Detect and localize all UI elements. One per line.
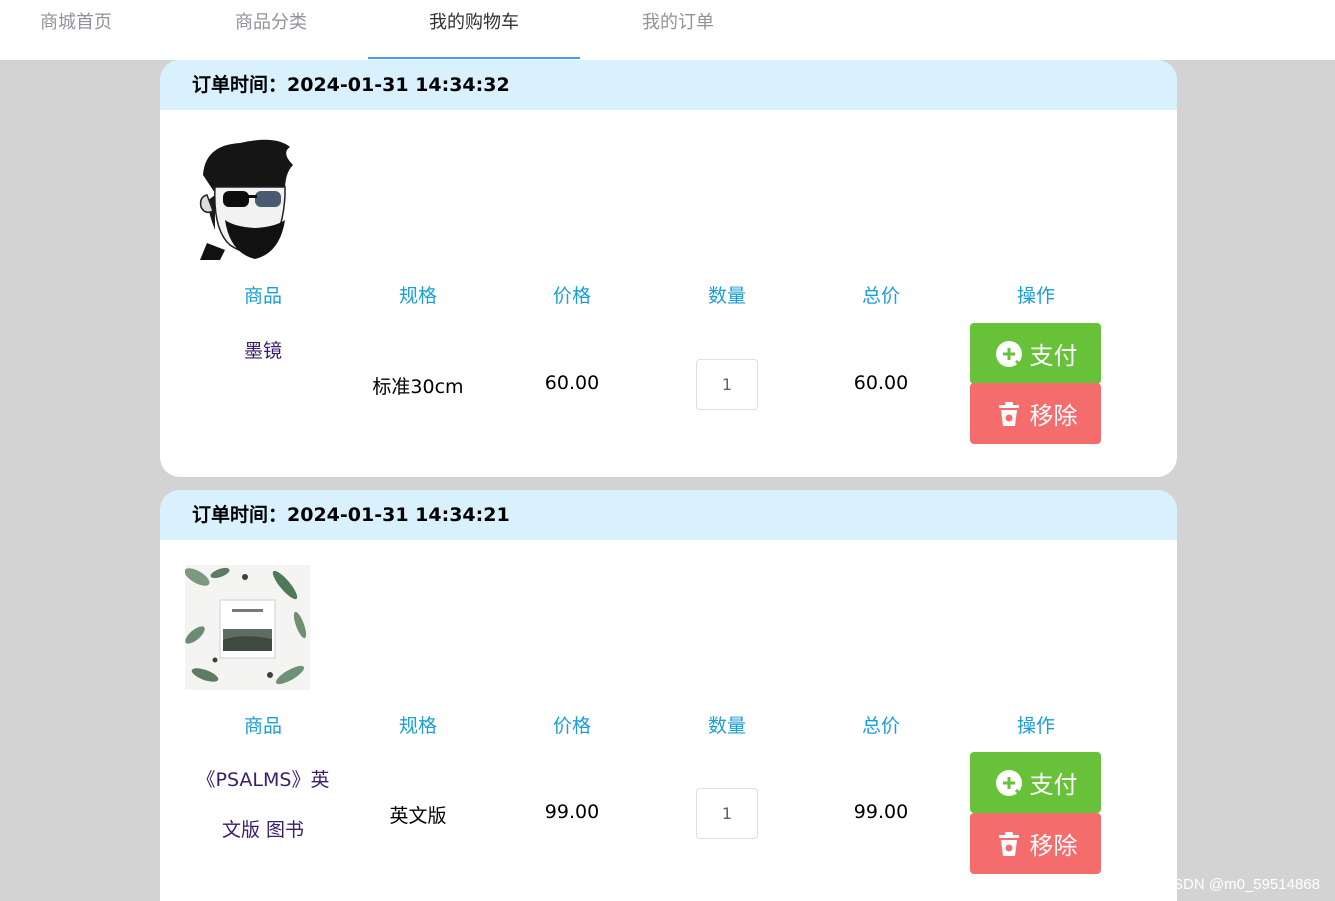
column-header-actions: 操作 — [1016, 715, 1055, 737]
quantity-input[interactable]: 1 — [696, 359, 758, 410]
product-total: 99.00 — [853, 801, 909, 823]
column-header-spec: 规格 — [398, 715, 437, 737]
pay-button[interactable]: 支付 — [970, 323, 1101, 384]
top-nav: 商城首页 商品分类 我的购物车 我的订单 — [0, 0, 1335, 60]
tab-home[interactable]: 商城首页 — [0, 0, 182, 60]
order-time-value: 2024-01-31 14:34:21 — [287, 504, 510, 526]
active-tab-indicator — [368, 57, 580, 59]
psalms-book-image — [185, 565, 310, 690]
order-time-label: 订单时间： — [192, 74, 288, 96]
product-name[interactable]: 墨镜 — [186, 326, 340, 376]
watermark: CSDN @m0_59514868 — [1162, 876, 1320, 893]
product-spec: 标准30cm — [372, 376, 464, 398]
order-card: 订单时间：2024-01-31 14:34:21 商品 规格 价格 数量 总价 … — [160, 490, 1177, 901]
column-header-product: 商品 — [243, 285, 282, 307]
remove-button[interactable]: 移除 — [970, 383, 1101, 444]
product-total: 60.00 — [853, 372, 909, 394]
column-header-price: 价格 — [552, 285, 591, 307]
column-header-quantity: 数量 — [707, 715, 746, 737]
bearded-man-sunglasses-image — [185, 135, 310, 260]
column-header-spec: 规格 — [398, 285, 437, 307]
tab-orders[interactable]: 我的订单 — [572, 0, 784, 60]
pay-icon — [995, 769, 1022, 796]
order-time-value: 2024-01-31 14:34:32 — [287, 74, 510, 96]
remove-button-label: 移除 — [1029, 402, 1078, 430]
trash-icon — [998, 401, 1019, 426]
remove-button-label: 移除 — [1029, 832, 1078, 860]
product-name-line: 文版 图书 — [221, 819, 305, 841]
tab-cart[interactable]: 我的购物车 — [368, 0, 580, 60]
product-price: 99.00 — [544, 801, 600, 823]
column-header-total: 总价 — [861, 285, 900, 307]
column-header-price: 价格 — [552, 715, 591, 737]
column-header-quantity: 数量 — [707, 285, 746, 307]
product-name[interactable]: 《PSALMS》英 文版 图书 — [186, 755, 340, 855]
pay-icon — [995, 340, 1022, 367]
order-header: 订单时间：2024-01-31 14:34:21 — [160, 490, 1177, 540]
tab-categories[interactable]: 商品分类 — [165, 0, 377, 60]
remove-button[interactable]: 移除 — [970, 813, 1101, 874]
quantity-input[interactable]: 1 — [696, 788, 758, 839]
pay-button-label: 支付 — [1029, 771, 1078, 799]
column-header-total: 总价 — [861, 715, 900, 737]
order-card: 订单时间：2024-01-31 14:34:32 商品 规格 价格 数量 总价 … — [160, 60, 1177, 477]
product-spec: 英文版 — [389, 805, 447, 827]
order-time-label: 订单时间： — [192, 504, 288, 526]
trash-icon — [998, 831, 1019, 856]
product-price: 60.00 — [544, 372, 600, 394]
pay-button-label: 支付 — [1029, 342, 1078, 370]
column-header-product: 商品 — [243, 715, 282, 737]
pay-button[interactable]: 支付 — [970, 752, 1101, 813]
order-header: 订单时间：2024-01-31 14:34:32 — [160, 60, 1177, 110]
column-header-actions: 操作 — [1016, 285, 1055, 307]
product-name-line: 墨镜 — [243, 340, 282, 362]
product-name-line: 《PSALMS》英 — [196, 769, 330, 791]
